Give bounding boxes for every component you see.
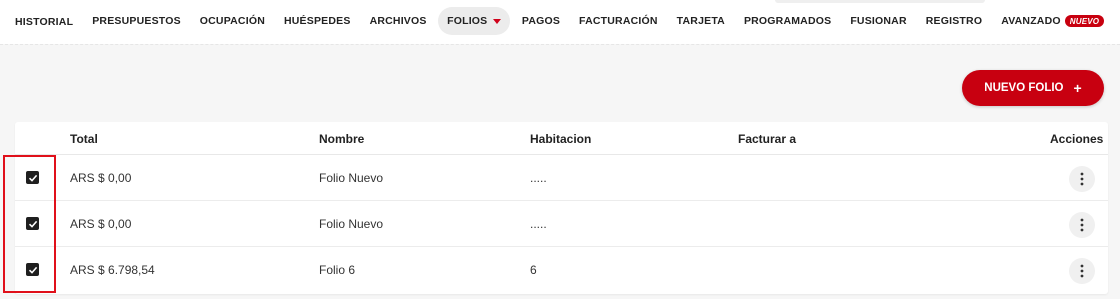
caret-down-icon <box>493 18 502 24</box>
top-edge-decoration <box>775 0 985 3</box>
tab-programados[interactable]: PROGRAMADOS <box>734 7 840 35</box>
header-acciones: Acciones <box>1050 132 1104 146</box>
tab-tarjeta[interactable]: TARJETA <box>667 7 734 35</box>
tab-huespedes[interactable]: HUÉSPEDES <box>274 7 360 35</box>
table-row[interactable]: ARS $ 0,00 Folio Nuevo ..... <box>15 155 1108 201</box>
cell-habitacion: ..... <box>530 171 547 185</box>
cell-nombre: Folio Nuevo <box>319 217 384 231</box>
row-checkbox[interactable] <box>26 217 39 230</box>
row-checkbox[interactable] <box>26 171 39 184</box>
tab-pagos[interactable]: PAGOS <box>512 7 569 35</box>
kebab-menu-icon <box>1080 172 1084 186</box>
cell-habitacion: ..... <box>530 217 547 231</box>
tab-folios[interactable]: FOLIOS <box>438 7 511 35</box>
tab-avanzado[interactable]: AVANZADO NUEVO <box>992 7 1114 35</box>
row-checkbox[interactable] <box>26 263 39 276</box>
cell-total: ARS $ 6.798,54 <box>70 263 155 277</box>
tab-folios-label: FOLIOS <box>447 15 488 27</box>
tab-facturacion[interactable]: FACTURACIÓN <box>570 7 668 35</box>
kebab-menu-icon <box>1080 218 1084 232</box>
tab-ocupacion[interactable]: OCUPACIÓN <box>190 7 274 35</box>
table-row[interactable]: ARS $ 6.798,54 Folio 6 6 <box>15 247 1108 293</box>
check-icon <box>28 266 37 274</box>
cell-total: ARS $ 0,00 <box>70 171 132 185</box>
table-header: Total Nombre Habitacion Facturar a Accio… <box>15 122 1108 155</box>
header-facturar-a: Facturar a <box>738 132 797 146</box>
cell-habitacion: 6 <box>530 263 537 277</box>
kebab-menu-icon <box>1080 264 1084 278</box>
table-row[interactable]: ARS $ 0,00 Folio Nuevo ..... <box>15 201 1108 247</box>
new-badge: NUEVO <box>1064 15 1105 27</box>
header-nombre: Nombre <box>319 132 365 146</box>
folios-table: Total Nombre Habitacion Facturar a Accio… <box>15 122 1108 294</box>
plus-icon: + <box>1073 80 1082 96</box>
cell-nombre: Folio 6 <box>319 263 356 277</box>
new-folio-label: NUEVO FOLIO <box>984 82 1064 94</box>
row-actions-button[interactable] <box>1069 258 1095 284</box>
tab-presupuestos[interactable]: PRESUPUESTOS <box>83 7 191 35</box>
new-folio-button[interactable]: NUEVO FOLIO + <box>962 70 1104 106</box>
check-icon <box>28 220 37 228</box>
cell-nombre: Folio Nuevo <box>319 171 384 185</box>
cell-total: ARS $ 0,00 <box>70 217 132 231</box>
top-navigation-bar: HISTORIAL PRESUPUESTOS OCUPACIÓN HUÉSPED… <box>0 0 1120 44</box>
tab-archivos[interactable]: ARCHIVOS <box>360 7 436 35</box>
tab-avanzado-label: AVANZADO <box>1001 15 1061 27</box>
tab-registro[interactable]: REGISTRO <box>916 7 991 35</box>
row-actions-button[interactable] <box>1069 212 1095 238</box>
tab-historial[interactable]: HISTORIAL <box>0 7 83 35</box>
check-icon <box>28 174 37 182</box>
header-total: Total <box>70 132 98 146</box>
header-habitacion: Habitacion <box>530 132 592 146</box>
folio-tabs: HISTORIAL PRESUPUESTOS OCUPACIÓN HUÉSPED… <box>0 7 1114 35</box>
row-actions-button[interactable] <box>1069 166 1095 192</box>
tab-fusionar[interactable]: FUSIONAR <box>841 7 916 35</box>
